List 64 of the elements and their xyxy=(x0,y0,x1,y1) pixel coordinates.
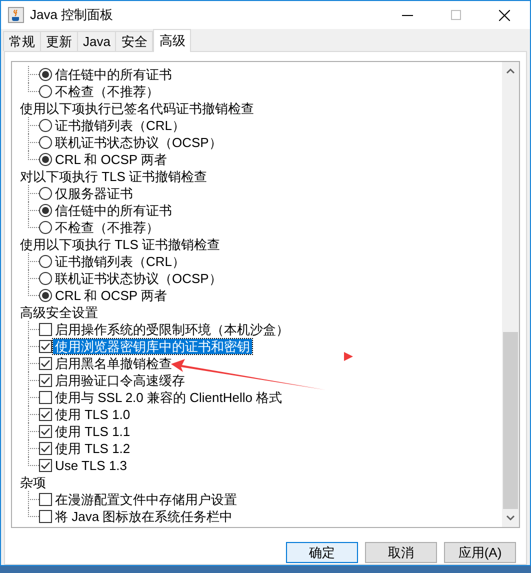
radio-button[interactable] xyxy=(39,272,52,285)
radio-button[interactable] xyxy=(39,85,52,98)
option-label[interactable]: 信任链中的所有证书 xyxy=(53,67,174,82)
radio-button[interactable] xyxy=(39,187,52,200)
option-label[interactable]: 使用 TLS 1.2 xyxy=(53,441,132,456)
option-label[interactable]: 联机证书状态协议（OCSP） xyxy=(53,135,224,150)
option-label[interactable]: 使用浏览器密钥库中的证书和密钥 xyxy=(53,339,252,354)
radio-button[interactable] xyxy=(39,119,52,132)
checkbox[interactable] xyxy=(39,442,52,455)
checkbox[interactable] xyxy=(39,493,52,506)
close-icon[interactable] xyxy=(499,10,510,20)
option-label[interactable]: 使用 TLS 1.1 xyxy=(53,424,132,439)
option-label[interactable]: 启用黑名单撤销检查 xyxy=(53,356,174,371)
option-label[interactable]: 联机证书状态协议（OCSP） xyxy=(53,271,224,286)
option-label[interactable]: 在漫游配置文件中存储用户设置 xyxy=(53,492,239,507)
radio-button[interactable] xyxy=(39,68,52,81)
tab[interactable]: 更新 xyxy=(40,31,78,51)
option-label[interactable]: 不检查（不推荐） xyxy=(53,220,161,235)
scroll-up-icon[interactable] xyxy=(506,68,515,74)
option-label[interactable]: 使用 TLS 1.0 xyxy=(53,407,132,422)
option-label[interactable]: 证书撤销列表（CRL） xyxy=(53,118,188,133)
option-label[interactable]: 启用验证口令高速缓存 xyxy=(53,373,187,388)
option-label[interactable]: 信任链中的所有证书 xyxy=(53,203,174,218)
option-label[interactable]: CRL 和 OCSP 两者 xyxy=(53,288,169,303)
checkbox[interactable] xyxy=(39,323,52,336)
triangle-marker-icon xyxy=(344,352,353,361)
checkbox[interactable] xyxy=(39,357,52,370)
java-cup-icon xyxy=(8,7,24,23)
radio-button[interactable] xyxy=(39,204,52,217)
option-label[interactable]: 使用与 SSL 2.0 兼容的 ClientHello 格式 xyxy=(53,390,284,405)
tab[interactable]: 高级 xyxy=(153,29,192,52)
checkbox[interactable] xyxy=(39,408,52,421)
section-heading: 高级安全设置 xyxy=(20,304,98,321)
option-label[interactable]: CRL 和 OCSP 两者 xyxy=(53,152,169,167)
radio-button[interactable] xyxy=(39,221,52,234)
dialog-button[interactable]: 确定 xyxy=(286,542,358,563)
checkbox[interactable] xyxy=(39,459,52,472)
scrollbar[interactable] xyxy=(502,62,519,527)
option-label[interactable]: 不检查（不推荐） xyxy=(53,84,161,99)
radio-button[interactable] xyxy=(39,136,52,149)
dialog-button[interactable]: 取消 xyxy=(365,542,437,563)
tab[interactable]: 常规 xyxy=(3,31,41,51)
window-title: Java 控制面板 xyxy=(30,6,114,24)
scroll-thumb[interactable] xyxy=(503,332,518,509)
option-label[interactable]: 启用操作系统的受限制环境（本机沙盒） xyxy=(53,322,291,337)
section-heading: 对以下项执行 TLS 证书撤销检查 xyxy=(20,168,208,185)
option-label[interactable]: Use TLS 1.3 xyxy=(53,458,130,473)
checkbox[interactable] xyxy=(39,374,52,387)
radio-button[interactable] xyxy=(39,153,52,166)
checkbox[interactable] xyxy=(39,391,52,404)
checkbox[interactable] xyxy=(39,425,52,438)
option-label[interactable]: 证书撤销列表（CRL） xyxy=(53,254,188,269)
checkbox[interactable] xyxy=(39,340,52,353)
tab[interactable]: 安全 xyxy=(115,31,154,51)
section-heading: 使用以下项执行 TLS 证书撤销检查 xyxy=(20,236,220,253)
radio-button[interactable] xyxy=(39,289,52,302)
option-label[interactable]: 仅服务器证书 xyxy=(53,186,135,201)
radio-button[interactable] xyxy=(39,255,52,268)
option-label[interactable]: 将 Java 图标放在系统任务栏中 xyxy=(53,509,235,524)
dialog-button[interactable]: 应用(A) xyxy=(444,542,516,563)
section-heading: 使用以下项执行已签名代码证书撤销检查 xyxy=(20,100,254,117)
scroll-down-icon[interactable] xyxy=(506,515,515,521)
checkbox[interactable] xyxy=(39,510,52,523)
section-heading: 杂项 xyxy=(20,474,46,491)
